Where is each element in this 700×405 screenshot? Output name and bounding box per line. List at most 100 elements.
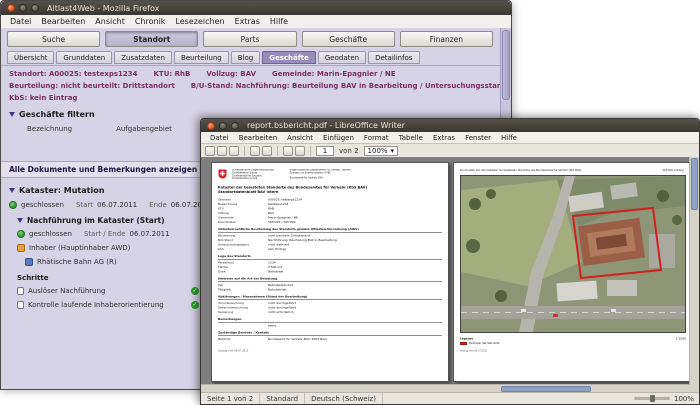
collapse-triangle-icon[interactable] — [9, 112, 15, 117]
datasheet-row: Sanierung nicht erforderlich — [218, 310, 294, 315]
menu-item[interactable]: Lesezeichen — [170, 17, 229, 26]
menu-item[interactable]: Chronik — [130, 17, 171, 26]
tab-parts[interactable]: Parts — [203, 31, 297, 47]
info-segment: KTU: RhB — [153, 70, 191, 78]
page-footer: Auszug vom 06.07.2011 — [218, 349, 249, 353]
page-count-label: von 2 — [339, 147, 359, 155]
scrollbar-thumb[interactable] — [502, 30, 510, 100]
collapse-triangle-icon[interactable] — [9, 188, 15, 193]
next-page-icon[interactable] — [295, 146, 305, 156]
status-text: geschlossen — [29, 230, 72, 238]
menu-item[interactable]: Ansicht — [90, 17, 130, 26]
subtab-geodaten[interactable]: Geodaten — [317, 51, 367, 64]
info-segment: Vollzug: BAV — [206, 70, 256, 78]
window-title: report.bsbericht.pdf - LibreOffice Write… — [247, 121, 405, 130]
confederation-lines: Schweizerische Eidgenossenschaft Confédé… — [232, 169, 274, 181]
company-icon — [25, 258, 33, 266]
minimize-icon[interactable] — [19, 4, 27, 12]
firefox-titlebar[interactable]: Altlast4Web - Mozilla Firefox — [1, 1, 511, 15]
subtab-geschaefte[interactable]: Geschäfte — [262, 51, 316, 64]
pdf-page-1: Schweizerische Eidgenossenschaft Confédé… — [211, 162, 449, 382]
nachfuehrung-section-header[interactable]: Nachführung im Kataster (Start) — [17, 216, 165, 225]
vertical-scrollbar[interactable] — [689, 157, 699, 385]
department-lines: Eidgenössisches Departement für Umwelt, … — [289, 169, 352, 180]
step-text: Kontrolle laufende Inhaberorientierung — [28, 301, 164, 309]
status-text: geschlossen — [21, 201, 64, 209]
maximize-icon[interactable] — [231, 121, 239, 130]
toolbar-separator — [244, 146, 245, 156]
menu-item[interactable]: Tabelle — [394, 134, 428, 142]
window-title: Altlast4Web - Mozilla Firefox — [47, 3, 160, 13]
step-ausloeser-row[interactable]: Auslöser Nachführung — [17, 287, 199, 295]
kataster-section-header[interactable]: Kataster: Mutation — [9, 186, 104, 195]
close-icon[interactable] — [207, 121, 215, 130]
person-icon — [17, 244, 25, 252]
close-icon[interactable] — [7, 4, 15, 12]
menu-item[interactable]: Extras — [230, 17, 265, 26]
menu-item[interactable]: Datei — [5, 17, 36, 26]
new-doc-icon[interactable] — [205, 146, 215, 156]
save-icon[interactable] — [229, 146, 239, 156]
subtab-beurteilung[interactable]: Beurteilung — [174, 51, 229, 64]
section-heading: Abklärungen / Massnahmen (Stand der Bear… — [218, 295, 442, 301]
copy-icon[interactable] — [262, 146, 272, 156]
menu-item[interactable]: Bearbeiten — [36, 17, 90, 26]
document-icon — [17, 301, 24, 309]
menu-item[interactable]: Datei — [205, 134, 234, 142]
step-kontrolle-row[interactable]: Kontrolle laufende Inhaberorientierung — [17, 301, 199, 309]
schritte-heading: Schritte — [17, 274, 49, 282]
minimize-icon[interactable] — [219, 121, 227, 130]
scrollbar-thumb[interactable] — [691, 158, 698, 210]
collapse-triangle-icon[interactable] — [17, 218, 23, 223]
tab-finanzen[interactable]: Finanzen — [399, 31, 494, 47]
open-icon[interactable] — [217, 146, 227, 156]
aerial-photo — [460, 175, 686, 333]
prev-page-icon[interactable] — [283, 146, 293, 156]
filter-section-header[interactable]: Geschäfte filtern — [9, 110, 95, 119]
page-footer: Auszug vom 06.07.2011 — [460, 350, 488, 353]
menu-item[interactable]: Hilfe — [265, 17, 293, 26]
datasheet-row: KbS kein Eintrag — [218, 247, 286, 252]
menu-item[interactable]: Extras — [428, 134, 460, 142]
subtab-grunddaten[interactable]: Grunddaten — [56, 51, 113, 64]
language-status[interactable]: Deutsch (Schweiz) — [305, 393, 383, 404]
pdf-menubar: Datei Bearbeiten Ansicht Einfügen Format Tabe… — [201, 132, 699, 144]
menu-item[interactable]: Fenster — [460, 134, 496, 142]
info-segment: KbS: kein Eintrag — [9, 94, 78, 102]
datasheet-block: Hinweise auf die Art der Belastung Typ Be… — [218, 277, 442, 292]
subtab-uebersicht[interactable]: Übersicht — [7, 51, 55, 64]
page-status[interactable]: Seite 1 von 2 — [201, 393, 261, 404]
kataster-status-row: geschlossen Start 06.07.2011 Ende 06.07.… — [9, 201, 211, 209]
menu-item[interactable]: Einfügen — [318, 134, 359, 142]
subtab-detailinfos[interactable]: Detailinfos — [368, 51, 420, 64]
menu-item[interactable]: Ansicht — [282, 134, 318, 142]
menu-item[interactable]: Bearbeiten — [234, 134, 282, 142]
maximize-icon[interactable] — [31, 4, 39, 12]
pdf-titlebar[interactable]: report.bsbericht.pdf - LibreOffice Write… — [201, 119, 699, 132]
section-heading: Lage des Standorts — [218, 255, 442, 260]
style-status[interactable]: Standard — [260, 393, 306, 404]
beurteilung-info-line: Beurteilung: nicht beurteilt: Drittstand… — [9, 82, 511, 90]
print-icon[interactable] — [250, 146, 260, 156]
tab-geschaefte[interactable]: Geschäfte — [301, 31, 395, 47]
page-number-input[interactable]: 1 — [316, 146, 334, 156]
tab-standort[interactable]: Standort — [105, 31, 199, 47]
bahn-text: Rhätische Bahn AG (R) — [37, 258, 117, 266]
subtab-blog[interactable]: Blog — [230, 51, 261, 64]
zoom-select[interactable]: 100% ▾ — [363, 146, 399, 156]
menu-item[interactable]: Hilfe — [496, 134, 522, 142]
subtab-zusatzdaten[interactable]: Zusatzdaten — [114, 51, 173, 64]
zoom-slider[interactable] — [633, 395, 670, 402]
menu-item[interactable]: Format — [359, 134, 394, 142]
section-heading: Hinweise auf die Art der Belastung — [218, 277, 442, 283]
section-heading: Bemerkungen — [218, 318, 442, 323]
zoom-slider-thumb[interactable] — [649, 395, 655, 402]
tab-suche[interactable]: Suche — [7, 31, 101, 47]
inhaber-row[interactable]: Inhaber (Hauptinhaber AWD) — [17, 244, 130, 252]
document-area: Schweizerische Eidgenossenschaft Confédé… — [201, 157, 699, 385]
datasheet-row: Zone Bahnareal — [218, 270, 284, 274]
nachfuehrung-heading: Nachführung im Kataster (Start) — [27, 216, 165, 225]
bahn-row[interactable]: Rhätische Bahn AG (R) — [25, 258, 117, 266]
toolbar-separator — [277, 146, 278, 156]
info-segment: Standort: A00025: testexps1234 — [9, 70, 138, 78]
